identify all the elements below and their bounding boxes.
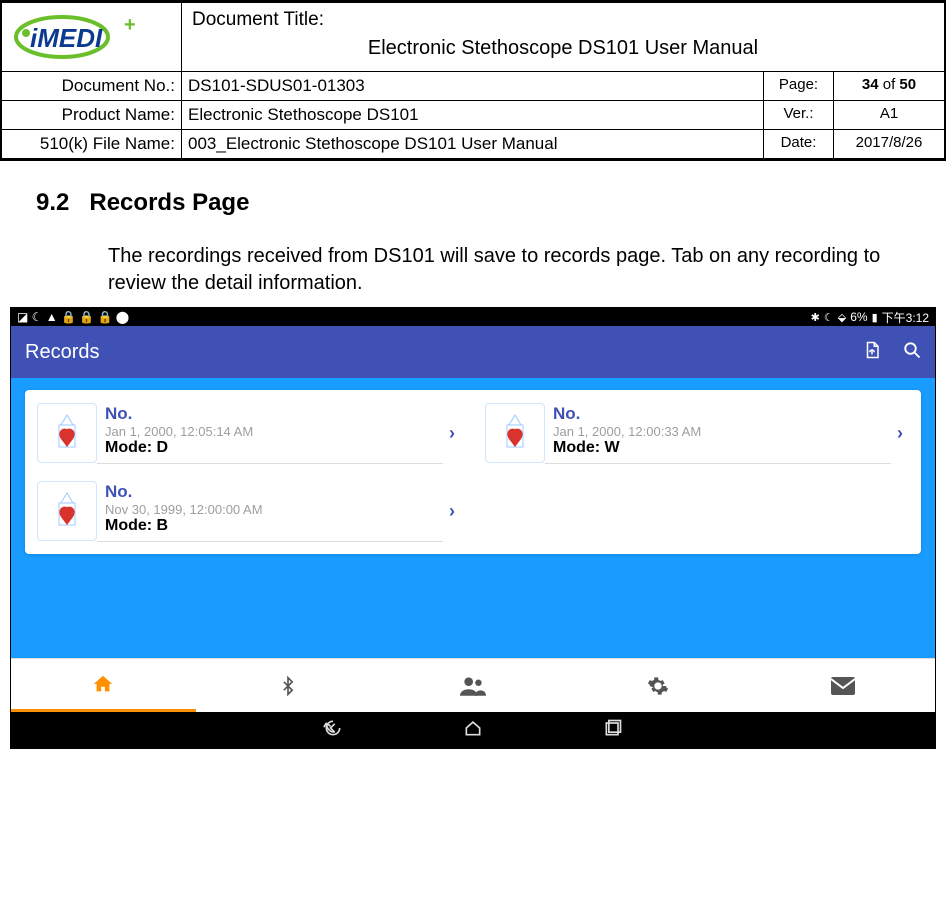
app-screenshot: ◪ ☾ ▲ 🔒 🔒 🔒 ⬤ ✱ ☾ ⬙ 6% ▮ 下午3:12 Records [10,307,936,749]
chevron-right-icon[interactable]: › [443,423,465,444]
nav-recent-icon[interactable] [603,718,623,743]
ver-label: Ver.: [764,101,834,129]
ver-value: A1 [834,101,944,129]
record-thumbnail [37,481,97,541]
bottom-tab-bar [11,658,935,712]
record-date: Nov 30, 1999, 12:00:00 AM [105,502,443,517]
page-value: 34 of 50 [834,72,944,100]
page-label: Page: [764,72,834,100]
nav-home-icon[interactable] [463,718,483,743]
records-area: No. Jan 1, 2000, 12:05:14 AM Mode: D › N… [11,378,935,658]
file-row: 510(k) File Name: 003_Electronic Stethos… [2,130,944,159]
appbar-actions [863,341,921,364]
record-item[interactable]: No. Jan 1, 2000, 12:00:33 AM Mode: W › [473,394,921,472]
date-value: 2017/8/26 [834,130,944,158]
statusbar-right: ✱ ☾ ⬙ 6% ▮ 下午3:12 [811,309,929,326]
tab-bluetooth[interactable] [196,659,381,712]
chevron-right-icon[interactable]: › [443,501,465,522]
section-content: 9.2 Records Page The recordings received … [0,161,946,307]
battery-icon: ▮ [872,311,878,324]
record-body: No. Jan 1, 2000, 12:05:14 AM Mode: D [97,402,443,464]
doc-title-label: Document Title: [192,9,934,31]
record-no: No. [105,482,443,502]
file-label: 510(k) File Name: [2,130,182,158]
search-icon[interactable] [903,341,921,364]
record-mode: Mode: W [553,439,891,457]
docno-value: DS101-SDUS01-01303 [182,72,764,100]
record-body: No. Nov 30, 1999, 12:00:00 AM Mode: B [97,480,443,542]
android-nav-bar [11,712,935,748]
app-bar: Records [11,326,935,378]
screenshot-wrapper: ◪ ☾ ▲ 🔒 🔒 🔒 ⬤ ✱ ☾ ⬙ 6% ▮ 下午3:12 Records [0,307,946,759]
section-title: Records Page [89,189,249,216]
bluetooth-icon: ✱ [811,311,820,324]
record-mode: Mode: B [105,517,443,535]
appbar-title: Records [25,341,99,364]
moon-icon: ☾ [824,311,834,324]
tab-mail[interactable] [750,659,935,712]
statusbar-time: 下午3:12 [882,309,929,326]
record-thumbnail [485,403,545,463]
header-top-row: iMEDI + Document Title: Electronic Steth… [2,3,944,72]
file-value: 003_Electronic Stethoscope DS101 User Ma… [182,130,764,158]
record-body: No. Jan 1, 2000, 12:00:33 AM Mode: W [545,402,891,464]
record-date: Jan 1, 2000, 12:05:14 AM [105,424,443,439]
section-body: The recordings received from DS101 will … [36,243,910,297]
tab-people[interactable] [381,659,566,712]
product-row: Product Name: Electronic Stethoscope DS1… [2,101,944,130]
record-item[interactable]: No. Jan 1, 2000, 12:05:14 AM Mode: D › [25,394,473,472]
doc-title: Electronic Stethoscope DS101 User Manual [192,37,934,60]
svg-text:+: + [124,14,136,36]
docno-row: Document No.: DS101-SDUS01-01303 Page: 3… [2,72,944,101]
file-audio-icon[interactable] [863,341,881,364]
records-card: No. Jan 1, 2000, 12:05:14 AM Mode: D › N… [25,390,921,554]
imedi-logo: iMEDI + [12,9,172,65]
android-statusbar: ◪ ☾ ▲ 🔒 🔒 🔒 ⬤ ✱ ☾ ⬙ 6% ▮ 下午3:12 [11,308,935,326]
record-no: No. [553,404,891,424]
product-label: Product Name: [2,101,182,129]
section-heading: 9.2 Records Page [36,189,910,217]
statusbar-left-icons: ◪ ☾ ▲ 🔒 🔒 🔒 ⬤ [17,310,129,324]
tab-home[interactable] [11,659,196,712]
tab-settings[interactable] [565,659,750,712]
wifi-icon: ⬙ [838,311,846,324]
date-label: Date: [764,130,834,158]
battery-percent: 6% [850,310,867,324]
record-date: Jan 1, 2000, 12:00:33 AM [553,424,891,439]
record-thumbnail [37,403,97,463]
section-number: 9.2 [36,189,69,216]
chevron-right-icon[interactable]: › [891,423,913,444]
docno-label: Document No.: [2,72,182,100]
record-item[interactable]: No. Nov 30, 1999, 12:00:00 AM Mode: B › [25,472,473,550]
record-no: No. [105,404,443,424]
svg-text:iMEDI: iMEDI [30,23,103,53]
nav-back-icon[interactable] [323,718,343,743]
record-mode: Mode: D [105,439,443,457]
doc-title-cell: Document Title: Electronic Stethoscope D… [182,3,944,71]
logo-cell: iMEDI + [2,3,182,71]
document-page: iMEDI + Document Title: Electronic Steth… [0,0,946,161]
product-value: Electronic Stethoscope DS101 [182,101,764,129]
